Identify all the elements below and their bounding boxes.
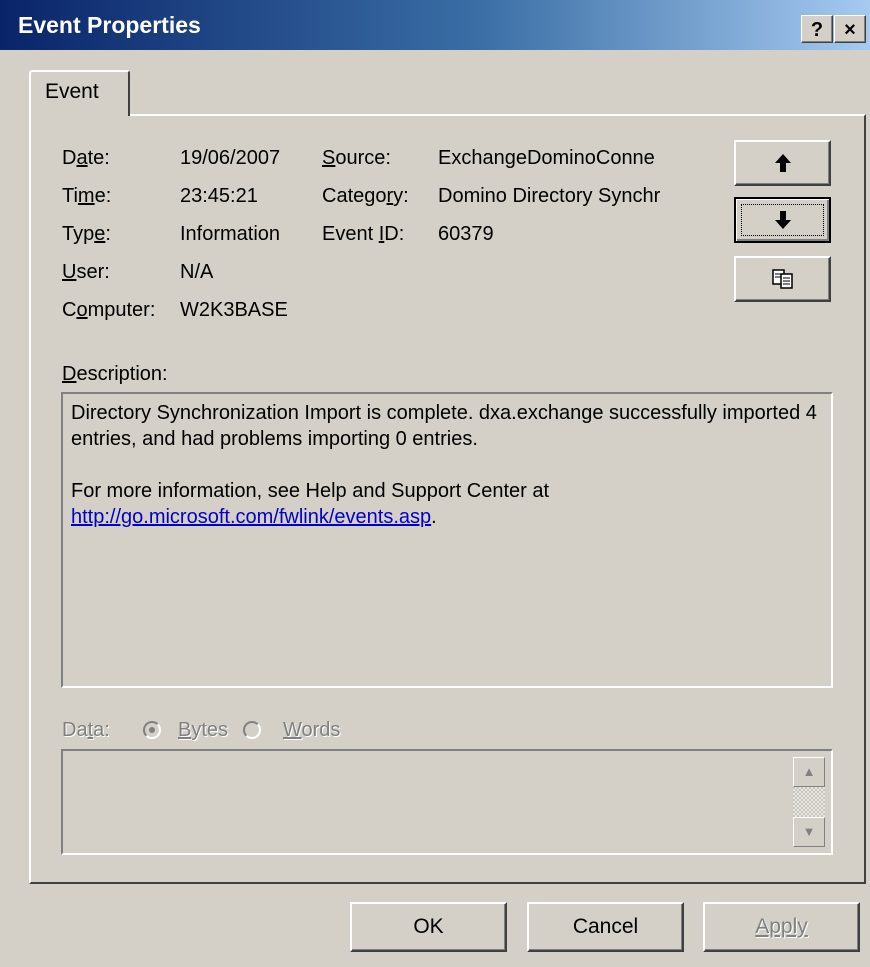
data-scrollbar[interactable]: ▲ ▼ <box>793 757 825 847</box>
time-label: Time: <box>62 185 112 207</box>
event-properties-dialog: Event Properties ? × Event Date: Time: T… <box>0 0 870 967</box>
bytes-radio[interactable] <box>143 721 161 739</box>
source-label: Source: <box>322 147 391 169</box>
radio-dot <box>149 727 155 733</box>
copy-icon <box>771 269 793 289</box>
data-box[interactable]: ▲ ▼ <box>61 749 833 855</box>
description-text[interactable]: Directory Synchronization Import is comp… <box>61 392 833 688</box>
words-label: Words <box>283 719 341 741</box>
arrow-up-icon <box>774 154 791 172</box>
type-value: Information <box>180 223 281 245</box>
source-value: ExchangeDominoConne <box>438 147 655 169</box>
computer-value: W2K3BASE <box>180 299 288 321</box>
apply-button[interactable]: Apply <box>703 902 860 952</box>
help-link[interactable]: http://go.microsoft.com/fwlink/events.as… <box>71 506 431 528</box>
event-id-value: 60379 <box>438 223 494 245</box>
user-label: User: <box>62 261 110 283</box>
scroll-up-button[interactable]: ▲ <box>793 757 825 787</box>
data-label: Data: <box>62 719 110 741</box>
words-radio[interactable] <box>243 721 261 739</box>
date-label: Date: <box>62 147 110 169</box>
title-bar[interactable]: Event Properties ? × <box>0 0 870 50</box>
type-label: Type: <box>62 223 111 245</box>
apply-label: Apply <box>755 915 808 938</box>
help-end: . <box>431 506 437 528</box>
category-label: Category: <box>322 185 409 207</box>
category-value: Domino Directory Synchr <box>438 185 661 207</box>
computer-label: Computer: <box>62 299 156 321</box>
previous-event-button[interactable] <box>734 140 831 186</box>
help-text: For more information, see Help and Suppo… <box>71 480 550 502</box>
ok-button[interactable]: OK <box>350 902 507 952</box>
cancel-button[interactable]: Cancel <box>527 902 684 952</box>
date-value: 19/06/2007 <box>180 147 281 169</box>
window-title: Event Properties <box>18 12 201 38</box>
scroll-track[interactable] <box>793 787 825 817</box>
focus-ring <box>741 204 824 236</box>
description-label: Description: <box>62 363 168 385</box>
scroll-down-button[interactable]: ▼ <box>793 817 825 847</box>
user-value: N/A <box>180 261 214 283</box>
close-button[interactable]: × <box>834 15 866 43</box>
copy-button[interactable] <box>734 256 831 302</box>
bytes-label: Bytes <box>178 719 229 741</box>
tab-event[interactable]: Event <box>29 70 130 116</box>
description-help: For more information, see Help and Suppo… <box>71 478 823 530</box>
description-line: Directory Synchronization Import is comp… <box>71 402 817 450</box>
time-value: 23:45:21 <box>180 185 258 207</box>
help-button[interactable]: ? <box>801 15 833 43</box>
event-id-label: Event ID: <box>322 223 405 245</box>
next-event-button[interactable] <box>734 197 831 243</box>
